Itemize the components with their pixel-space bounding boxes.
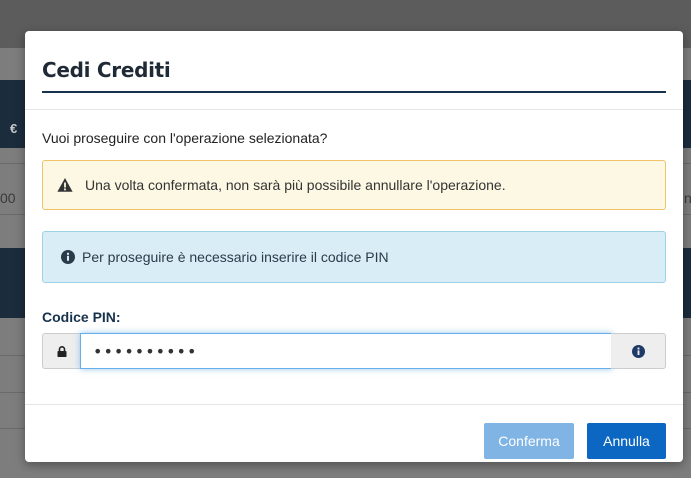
dialog-header: Cedi Crediti [25, 31, 683, 110]
dialog-footer: Conferma Annulla [25, 404, 683, 463]
warning-triangle-icon [57, 178, 73, 193]
pin-label: Codice PIN: [42, 309, 121, 325]
backdrop-euro-symbol: € [10, 121, 18, 136]
cancel-button[interactable]: Annulla [587, 423, 666, 459]
info-circle-icon [61, 250, 75, 264]
confirmation-question: Vuoi proseguire con l'operazione selezio… [42, 130, 328, 146]
warning-message: Una volta confermata, non sarà più possi… [85, 177, 506, 193]
backdrop-cell-left: 00 [0, 190, 16, 206]
cedi-crediti-dialog: Cedi Crediti Vuoi proseguire con l'opera… [25, 31, 683, 462]
pin-input[interactable] [80, 333, 612, 369]
pin-input-group [42, 333, 666, 369]
warning-alert: Una volta confermata, non sarà più possi… [42, 160, 666, 210]
dialog-title: Cedi Crediti [42, 58, 171, 82]
confirm-button[interactable]: Conferma [484, 423, 574, 459]
info-message: Per proseguire è necessario inserire il … [82, 249, 389, 265]
backdrop-cell-right: n [684, 190, 691, 206]
title-underline [42, 91, 666, 93]
lock-icon [42, 333, 80, 369]
pin-help-info-icon[interactable] [611, 333, 666, 369]
info-alert: Per proseguire è necessario inserire il … [42, 231, 666, 283]
